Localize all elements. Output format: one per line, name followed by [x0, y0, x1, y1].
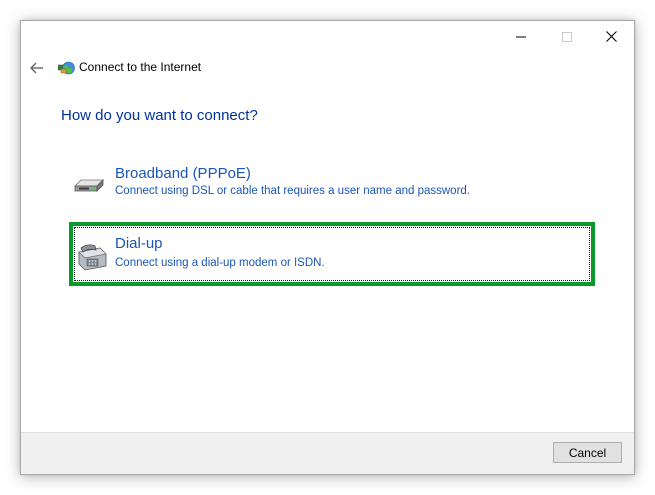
- cancel-button[interactable]: Cancel: [553, 442, 622, 463]
- page-heading: How do you want to connect?: [61, 107, 258, 124]
- back-arrow-icon: [30, 59, 44, 78]
- navigation-row: Connect to the Internet: [21, 53, 634, 83]
- broadband-title[interactable]: Broadband (PPPoE): [115, 165, 251, 182]
- dialup-title[interactable]: Dial-up: [115, 235, 163, 252]
- broadband-description: Connect using DSL or cable that requires…: [115, 185, 470, 197]
- dialup-description: Connect using a dial-up modem or ISDN.: [115, 257, 325, 269]
- minimize-icon: [516, 32, 526, 42]
- maximize-icon: [562, 31, 572, 42]
- back-button[interactable]: [26, 57, 48, 79]
- dialup-phone-icon: [76, 240, 108, 272]
- broadband-option[interactable]: Broadband (PPPoE) Connect using DSL or c…: [69, 151, 595, 215]
- dialup-option[interactable]: Dial-up Connect using a dial-up modem or…: [69, 222, 595, 286]
- desktop-background: Connect to the Internet How do you want …: [0, 0, 655, 495]
- footer-bar: Cancel: [21, 432, 634, 474]
- window-title: Connect to the Internet: [79, 60, 202, 74]
- minimize-button[interactable]: [498, 21, 544, 52]
- network-globe-icon: [57, 60, 75, 76]
- broadband-modem-icon: [73, 166, 105, 198]
- close-button[interactable]: [588, 21, 634, 52]
- connect-dialog-window: Connect to the Internet How do you want …: [20, 20, 635, 475]
- title-bar: [21, 21, 634, 53]
- maximize-button: [544, 21, 590, 52]
- close-icon: [605, 31, 617, 42]
